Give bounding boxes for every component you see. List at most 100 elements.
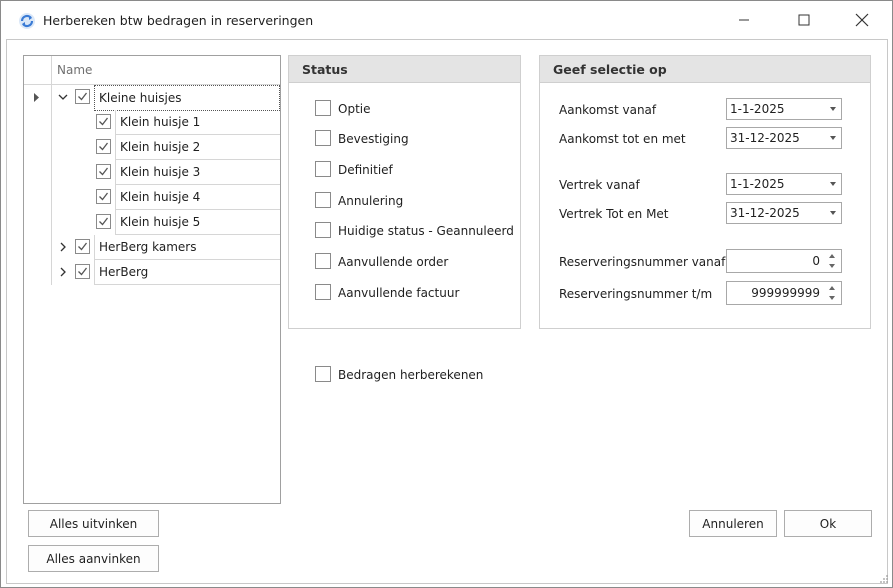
tree-checkbox[interactable]	[96, 139, 111, 154]
departure-to-value: 31-12-2025	[730, 206, 800, 220]
spin-up-icon[interactable]	[829, 254, 835, 258]
chevron-down-icon[interactable]	[57, 91, 69, 103]
check-all-button[interactable]: Alles aanvinken	[28, 545, 159, 572]
tree-checkbox[interactable]	[96, 114, 111, 129]
row-indicator	[24, 135, 52, 160]
maximize-icon	[798, 14, 810, 26]
status-optie-checkbox[interactable]	[315, 100, 331, 116]
selection-group: Geef selectie op Aankomst vanaf 1-1-2025…	[539, 55, 871, 329]
tree-row[interactable]: HerBerg	[24, 260, 280, 285]
tree-cell[interactable]: Klein huisje 1	[115, 110, 280, 135]
tree-row[interactable]: Klein huisje 4	[24, 185, 280, 210]
location-tree[interactable]: Name Kleine huisjes Klein huisje 1 Klein…	[23, 55, 281, 504]
tree-row[interactable]: Klein huisje 1	[24, 110, 280, 135]
status-definitief-checkbox[interactable]	[315, 161, 331, 177]
status-bevestiging-checkbox[interactable]	[315, 130, 331, 146]
tree-checkbox[interactable]	[96, 189, 111, 204]
tree-cell[interactable]: Klein huisje 5	[115, 210, 280, 235]
recalculate-amounts-label[interactable]: Bedragen herberekenen	[338, 368, 483, 382]
tree-item-label: Klein huisje 4	[120, 190, 201, 204]
checkmark-icon	[99, 117, 109, 126]
tree-checkbox[interactable]	[75, 264, 90, 279]
row-indicator	[24, 85, 52, 110]
cancel-button[interactable]: Annuleren	[689, 510, 777, 537]
resnr-from-label: Reserveringsnummer vanaf	[559, 255, 726, 269]
status-bevestiging-label[interactable]: Bevestiging	[338, 132, 409, 146]
status-aanvullende-factuur-label[interactable]: Aanvullende factuur	[338, 286, 459, 300]
tree-cell[interactable]: HerBerg kamers	[94, 235, 280, 260]
arrival-from-date[interactable]: 1-1-2025	[726, 98, 842, 120]
tree-item-label: HerBerg	[99, 265, 149, 279]
departure-from-value: 1-1-2025	[730, 177, 785, 191]
row-indicator	[24, 235, 52, 260]
title-bar: Herbereken btw bedragen in reserveringen	[1, 1, 892, 39]
arrival-to-date[interactable]: 31-12-2025	[726, 127, 842, 149]
tree-row[interactable]: Kleine huisjes	[24, 85, 280, 111]
departure-to-label: Vertrek Tot en Met	[559, 207, 669, 221]
name-column-header[interactable]: Name	[57, 63, 92, 77]
dropdown-arrow-icon[interactable]	[830, 182, 836, 186]
ok-button[interactable]: Ok	[784, 510, 872, 537]
tree-row[interactable]: Klein huisje 3	[24, 160, 280, 185]
tree-item-label: Klein huisje 5	[120, 215, 201, 229]
close-button[interactable]	[839, 5, 885, 35]
status-annulering-checkbox[interactable]	[315, 192, 331, 208]
tree-checkbox[interactable]	[96, 164, 111, 179]
minimize-button[interactable]	[721, 5, 767, 35]
status-group: Status Optie Bevestiging Definitief Annu…	[288, 55, 521, 329]
focused-row-indicator-icon	[34, 93, 39, 102]
resize-grip-icon[interactable]	[879, 574, 889, 584]
checkmark-icon	[78, 92, 88, 101]
departure-to-date[interactable]: 31-12-2025	[726, 202, 842, 224]
selection-group-title: Geef selectie op	[553, 62, 667, 77]
arrival-to-label: Aankomst tot en met	[559, 132, 686, 146]
chevron-right-icon[interactable]	[57, 266, 69, 278]
status-annulering-label[interactable]: Annulering	[338, 194, 403, 208]
tree-cell[interactable]: Klein huisje 2	[115, 135, 280, 160]
status-optie-label[interactable]: Optie	[338, 102, 370, 116]
minimize-icon	[739, 19, 749, 21]
status-aanvullende-order-checkbox[interactable]	[315, 253, 331, 269]
status-aanvullende-order-label[interactable]: Aanvullende order	[338, 255, 448, 269]
status-aanvullende-factuur-checkbox[interactable]	[315, 284, 331, 300]
tree-cell[interactable]: HerBerg	[94, 260, 280, 285]
resnr-from-spinner[interactable]: 0	[726, 249, 842, 273]
tree-cell[interactable]: Kleine huisjes	[94, 85, 280, 111]
checkmark-icon	[99, 217, 109, 226]
tree-item-label: Klein huisje 2	[120, 140, 201, 154]
tree-row[interactable]: HerBerg kamers	[24, 235, 280, 260]
status-definitief-label[interactable]: Definitief	[338, 163, 393, 177]
resnr-to-label: Reserveringsnummer t/m	[559, 287, 713, 301]
tree-checkbox[interactable]	[96, 214, 111, 229]
tree-checkbox[interactable]	[75, 89, 90, 104]
dropdown-arrow-icon[interactable]	[830, 107, 836, 111]
checkmark-icon	[99, 142, 109, 151]
spin-down-icon[interactable]	[829, 296, 835, 300]
spin-up-icon[interactable]	[829, 286, 835, 290]
uncheck-all-button[interactable]: Alles uitvinken	[28, 510, 159, 537]
tree-row[interactable]: Klein huisje 2	[24, 135, 280, 160]
departure-from-date[interactable]: 1-1-2025	[726, 173, 842, 195]
tree-row[interactable]: Klein huisje 5	[24, 210, 280, 235]
chevron-right-icon[interactable]	[57, 241, 69, 253]
tree-checkbox[interactable]	[75, 239, 90, 254]
maximize-button[interactable]	[781, 5, 827, 35]
status-geannuleerd-label[interactable]: Huidige status - Geannuleerd	[338, 224, 514, 238]
tree-cell[interactable]: Klein huisje 3	[115, 160, 280, 185]
tree-header: Name	[24, 56, 280, 85]
selection-group-header: Geef selectie op	[540, 56, 870, 83]
status-geannuleerd-checkbox[interactable]	[315, 222, 331, 238]
dropdown-arrow-icon[interactable]	[830, 136, 836, 140]
departure-from-label: Vertrek vanaf	[559, 178, 640, 192]
arrival-from-value: 1-1-2025	[730, 102, 785, 116]
row-indicator	[24, 260, 52, 285]
status-group-header: Status	[289, 56, 520, 83]
spin-down-icon[interactable]	[829, 264, 835, 268]
refresh-app-icon	[19, 13, 35, 29]
arrival-from-label: Aankomst vanaf	[559, 103, 657, 117]
recalculate-amounts-checkbox[interactable]	[315, 366, 331, 382]
tree-cell[interactable]: Klein huisje 4	[115, 185, 280, 210]
dropdown-arrow-icon[interactable]	[830, 211, 836, 215]
row-indicator	[24, 210, 52, 235]
resnr-to-spinner[interactable]: 999999999	[726, 281, 842, 305]
